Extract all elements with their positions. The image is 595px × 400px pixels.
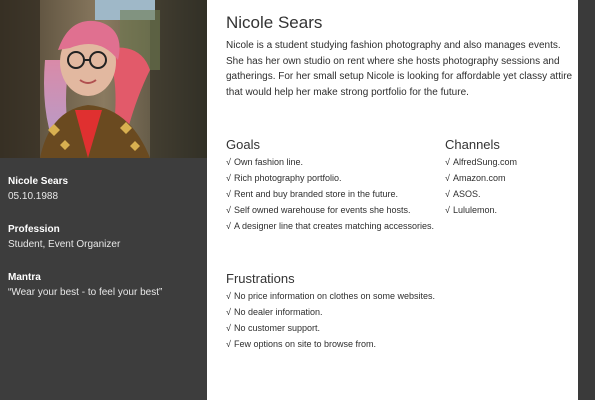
check-icon: √ bbox=[445, 189, 450, 199]
frustration-text: No dealer information. bbox=[233, 307, 323, 317]
list-item: √ No price information on clothes on some… bbox=[226, 288, 436, 304]
channel-text: AlfredSung.com bbox=[452, 157, 517, 167]
check-icon: √ bbox=[226, 221, 231, 231]
check-icon: √ bbox=[226, 173, 231, 183]
persona-card: Nicole Sears Nicole is a student studyin… bbox=[207, 0, 578, 400]
check-icon: √ bbox=[226, 291, 231, 301]
check-icon: √ bbox=[445, 173, 450, 183]
goals-list: √ Own fashion line. √ Rich photography por… bbox=[226, 154, 441, 234]
channel-text: Lululemon. bbox=[452, 205, 497, 215]
profession-label: Profession bbox=[8, 224, 60, 235]
list-item: √ Self owned warehouse for events she hos… bbox=[226, 202, 441, 218]
mantra-value: “Wear your best - to feel your best” bbox=[8, 287, 163, 298]
goals-heading: Goals bbox=[226, 137, 260, 152]
frustrations-list: √ No price information on clothes on some… bbox=[226, 288, 436, 352]
check-icon: √ bbox=[445, 157, 450, 167]
list-item: √ Rich photography portfolio. bbox=[226, 170, 441, 186]
persona-birthdate: 05.10.1988 bbox=[8, 191, 59, 202]
list-item: √ Rent and buy branded store in the futur… bbox=[226, 186, 441, 202]
persona-photo bbox=[0, 0, 207, 158]
frustration-text: Few options on site to browse from. bbox=[233, 339, 377, 349]
check-icon: √ bbox=[226, 323, 231, 333]
list-item: √ No customer support. bbox=[226, 320, 436, 336]
list-item: √ Few options on site to browse from. bbox=[226, 336, 436, 352]
goal-text: Own fashion line. bbox=[233, 157, 303, 167]
persona-profession: Profession Student, Event Organizer bbox=[8, 224, 120, 250]
list-item: √ No dealer information. bbox=[226, 304, 436, 320]
list-item: √ A designer line that creates matching a… bbox=[226, 218, 441, 234]
check-icon: √ bbox=[226, 339, 231, 349]
persona-identity: Nicole Sears 05.10.1988 bbox=[8, 176, 68, 202]
goal-text: Rich photography portfolio. bbox=[233, 173, 342, 183]
portrait-image bbox=[0, 0, 207, 158]
card-title: Nicole Sears bbox=[226, 13, 323, 32]
check-icon: √ bbox=[226, 157, 231, 167]
channel-text: ASOS. bbox=[452, 189, 481, 199]
goal-text: Self owned warehouse for events she host… bbox=[233, 205, 411, 215]
persona-mantra: Mantra “Wear your best - to feel your be… bbox=[8, 272, 162, 298]
channel-text: Amazon.com bbox=[452, 173, 506, 183]
channels-heading: Channels bbox=[445, 137, 500, 152]
frustrations-heading: Frustrations bbox=[226, 271, 295, 286]
check-icon: √ bbox=[445, 205, 450, 215]
persona-name: Nicole Sears bbox=[8, 176, 69, 187]
goal-text: A designer line that creates matching ac… bbox=[233, 221, 435, 231]
list-item: √ ASOS. bbox=[445, 186, 570, 202]
profession-value: Student, Event Organizer bbox=[8, 239, 121, 250]
check-icon: √ bbox=[226, 205, 231, 215]
right-margin bbox=[578, 0, 595, 400]
list-item: √ AlfredSung.com bbox=[445, 154, 570, 170]
goal-text: Rent and buy branded store in the future… bbox=[233, 189, 399, 199]
persona-bio: Nicole is a student studying fashion pho… bbox=[226, 40, 573, 98]
persona-sidebar: Nicole Sears 05.10.1988 Profession Stude… bbox=[0, 0, 207, 400]
frustration-text: No price information on clothes on some … bbox=[233, 291, 436, 301]
check-icon: √ bbox=[226, 307, 231, 317]
channels-list: √ AlfredSung.com √ Amazon.com √ ASOS. √ Lulu… bbox=[445, 154, 570, 218]
list-item: √ Own fashion line. bbox=[226, 154, 441, 170]
list-item: √ Lululemon. bbox=[445, 202, 570, 218]
frustration-text: No customer support. bbox=[233, 323, 320, 333]
list-item: √ Amazon.com bbox=[445, 170, 570, 186]
check-icon: √ bbox=[226, 189, 231, 199]
mantra-label: Mantra bbox=[8, 272, 41, 283]
